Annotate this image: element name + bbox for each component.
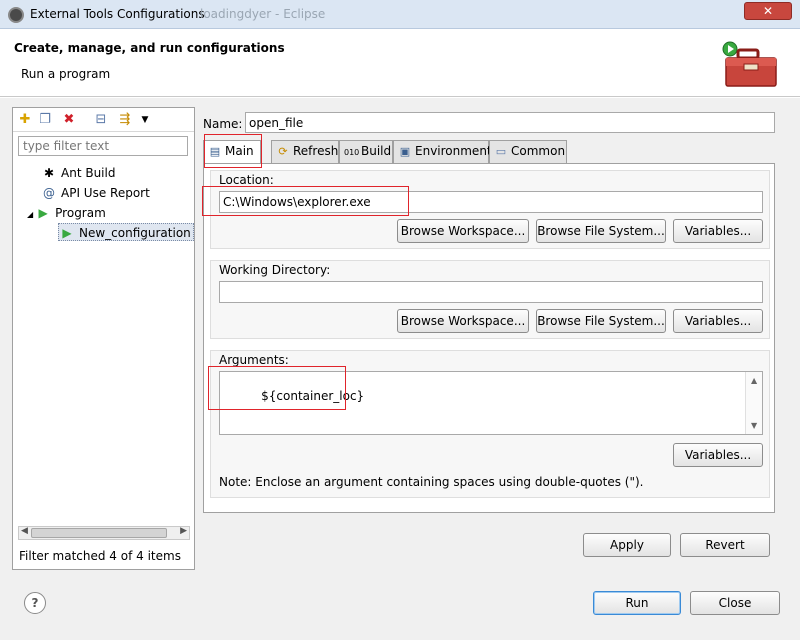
filter-input[interactable]: type filter text bbox=[18, 136, 188, 156]
working-directory-group: Working Directory: Browse Workspace... B… bbox=[210, 260, 770, 339]
tab-build[interactable]: 010 Build bbox=[339, 140, 393, 163]
tree-item-ant-build[interactable]: ✱ Ant Build bbox=[41, 164, 116, 182]
tree-item-label: Program bbox=[55, 206, 106, 220]
tree-item-new-configuration[interactable]: ▶ New_configuration bbox=[58, 223, 194, 241]
duplicate-icon[interactable]: ❐ bbox=[37, 112, 53, 128]
tab-common[interactable]: ▭ Common bbox=[489, 140, 567, 163]
tree-item-label: New_configuration bbox=[79, 226, 191, 240]
delete-icon[interactable]: ✖ bbox=[61, 112, 77, 128]
new-config-icon[interactable]: ✚ bbox=[17, 112, 33, 128]
arguments-note: Note: Enclose an argument containing spa… bbox=[219, 475, 644, 489]
working-directory-label: Working Directory: bbox=[219, 263, 331, 277]
tree-item-api-use-report[interactable]: @ API Use Report bbox=[41, 184, 150, 202]
scroll-down-icon[interactable]: ▼ bbox=[751, 421, 757, 430]
dialog-body: ✚ ❐ ✖ ⊟ ⇶ ▼ type filter text ✱ Ant Build … bbox=[0, 98, 800, 640]
tab-label: Environment bbox=[415, 144, 492, 158]
configuration-tree-panel: ✚ ❐ ✖ ⊟ ⇶ ▼ type filter text ✱ Ant Build … bbox=[12, 107, 195, 570]
main-tab-content: Location: C:\Windows\explorer.exe Browse… bbox=[203, 163, 775, 513]
name-field[interactable]: open_file bbox=[245, 112, 775, 133]
window-title: External Tools Configurations bbox=[30, 7, 205, 21]
location-browse-file-system-button[interactable]: Browse File System... bbox=[536, 219, 666, 243]
common-tab-icon: ▭ bbox=[495, 145, 507, 158]
ant-icon: ✱ bbox=[43, 166, 55, 180]
refresh-tab-icon: ⟳ bbox=[278, 145, 288, 158]
dropdown-icon[interactable]: ▼ bbox=[137, 112, 153, 128]
header-subtitle: Run a program bbox=[21, 67, 111, 81]
arguments-textarea[interactable]: ${container_loc} ▲ ▼ bbox=[219, 371, 763, 435]
tree-horizontal-scrollbar[interactable]: ◀ ▶ bbox=[18, 526, 190, 540]
expanded-arrow-icon[interactable]: ◢ bbox=[27, 210, 33, 219]
tab-label: Refresh bbox=[293, 144, 339, 158]
tab-refresh[interactable]: ⟳ Refresh bbox=[271, 140, 339, 163]
config-tabs: ▤ Main ⟳ Refresh 010 Build ▣ Environment ▭ Co… bbox=[203, 140, 775, 165]
tab-label: Build bbox=[361, 144, 392, 158]
working-directory-field[interactable] bbox=[219, 281, 763, 303]
dialog-header: Create, manage, and run configurations R… bbox=[0, 30, 800, 97]
header-title: Create, manage, and run configurations bbox=[14, 41, 285, 55]
location-label: Location: bbox=[219, 173, 274, 187]
tree-toolbar: ✚ ❐ ✖ ⊟ ⇶ ▼ bbox=[13, 108, 194, 132]
arguments-text: ${container_loc} bbox=[261, 389, 365, 403]
external-tools-toolbox-icon bbox=[722, 41, 777, 87]
window-close-button[interactable]: ✕ bbox=[744, 2, 792, 20]
apply-button[interactable]: Apply bbox=[583, 533, 671, 557]
scroll-right-icon[interactable]: ▶ bbox=[180, 526, 187, 536]
background-window-title: loadingdyer - Eclipse bbox=[200, 7, 326, 21]
main-tab-icon: ▤ bbox=[209, 145, 221, 158]
tab-label: Common bbox=[511, 144, 566, 158]
location-field[interactable]: C:\Windows\explorer.exe bbox=[219, 191, 763, 213]
title-bar[interactable]: External Tools Configurations loadingdye… bbox=[0, 0, 800, 29]
arguments-variables-button[interactable]: Variables... bbox=[673, 443, 763, 467]
filter-icon[interactable]: ⇶ bbox=[117, 112, 133, 128]
location-browse-workspace-button[interactable]: Browse Workspace... bbox=[397, 219, 529, 243]
program-icon: ▶ bbox=[38, 206, 48, 220]
build-tab-icon: 010 bbox=[344, 148, 360, 157]
scroll-up-icon[interactable]: ▲ bbox=[751, 376, 757, 385]
scroll-left-icon[interactable]: ◀ bbox=[21, 526, 28, 536]
collapse-all-icon[interactable]: ⊟ bbox=[93, 112, 109, 128]
tab-environment[interactable]: ▣ Environment bbox=[393, 140, 492, 163]
close-button[interactable]: Close bbox=[690, 591, 780, 615]
location-group: Location: C:\Windows\explorer.exe Browse… bbox=[210, 170, 770, 249]
eclipse-icon bbox=[8, 7, 24, 23]
workdir-browse-workspace-button[interactable]: Browse Workspace... bbox=[397, 309, 529, 333]
help-icon[interactable]: ? bbox=[24, 592, 46, 614]
workdir-variables-button[interactable]: Variables... bbox=[673, 309, 763, 333]
arguments-scrollbar[interactable]: ▲ ▼ bbox=[745, 372, 762, 434]
revert-button[interactable]: Revert bbox=[680, 533, 770, 557]
workdir-browse-file-system-button[interactable]: Browse File System... bbox=[536, 309, 666, 333]
name-label: Name: bbox=[203, 117, 243, 131]
tab-main[interactable]: ▤ Main bbox=[203, 140, 261, 165]
environment-tab-icon: ▣ bbox=[399, 145, 411, 158]
api-icon: @ bbox=[43, 186, 55, 200]
program-config-icon: ▶ bbox=[62, 226, 72, 240]
tree-item-program[interactable]: ◢ ▶ Program bbox=[27, 204, 106, 222]
filter-status: Filter matched 4 of 4 items bbox=[19, 549, 181, 563]
tab-label: Main bbox=[225, 144, 254, 158]
configuration-editor: Name: open_file ▤ Main ⟳ Refresh 010 Build … bbox=[201, 107, 777, 513]
scrollbar-thumb[interactable] bbox=[31, 528, 167, 538]
tree-item-label: Ant Build bbox=[61, 166, 116, 180]
location-variables-button[interactable]: Variables... bbox=[673, 219, 763, 243]
arguments-label: Arguments: bbox=[219, 353, 289, 367]
run-button[interactable]: Run bbox=[593, 591, 681, 615]
arguments-group: Arguments: ${container_loc} ▲ ▼ Variable… bbox=[210, 350, 770, 498]
tree-item-label: API Use Report bbox=[61, 186, 150, 200]
